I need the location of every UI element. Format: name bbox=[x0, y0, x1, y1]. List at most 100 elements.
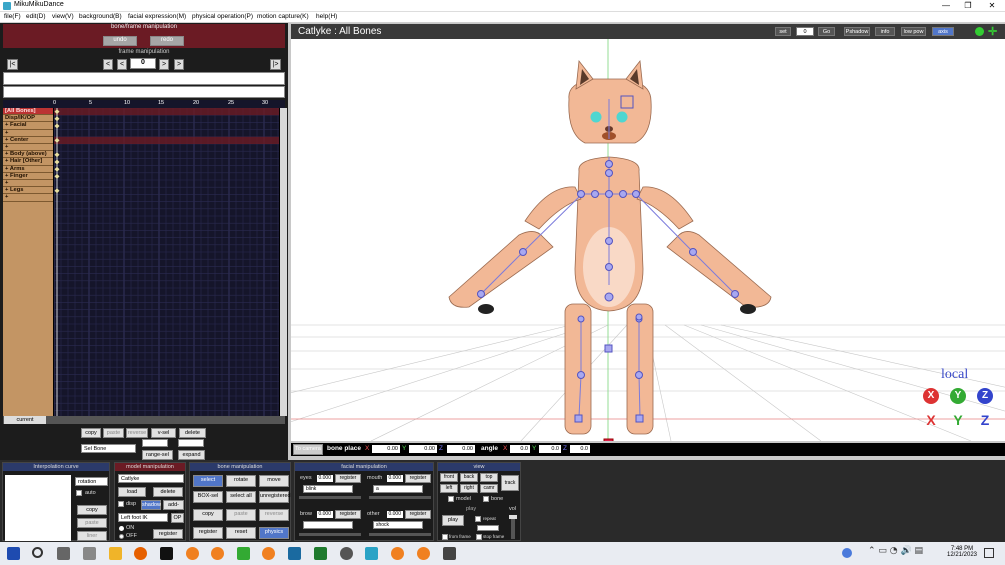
eyes-dropdown[interactable]: blink bbox=[303, 485, 353, 493]
delete-frame-button[interactable]: delete bbox=[179, 428, 206, 438]
other-slider[interactable] bbox=[369, 533, 431, 536]
eyes-value[interactable]: 0.000 bbox=[317, 475, 333, 482]
redo-button[interactable]: redo bbox=[150, 36, 184, 46]
op-button[interactable]: OP bbox=[171, 513, 184, 523]
bone-row-body[interactable]: + Body (above) bbox=[3, 151, 53, 159]
track-button[interactable]: track bbox=[501, 475, 519, 491]
scene[interactable] bbox=[291, 39, 1005, 441]
app-icon-2[interactable] bbox=[288, 547, 301, 560]
bone-row-hair[interactable]: + Hair [Other] bbox=[3, 158, 53, 166]
model-delete-button[interactable]: delete bbox=[153, 487, 183, 497]
keyframe-grid[interactable] bbox=[54, 108, 279, 416]
add-syn-button[interactable]: add-syn bbox=[163, 500, 184, 516]
bone-y-input[interactable]: 0.00 bbox=[409, 445, 437, 453]
expand-button[interactable]: expand bbox=[178, 450, 205, 460]
go-button[interactable]: Go bbox=[818, 27, 835, 36]
bone-row-disp[interactable]: Disp/IK/OP bbox=[3, 115, 53, 123]
tray-icons[interactable]: ⌃ ▭ ◔ 🔊 ▤ bbox=[868, 546, 923, 556]
physics-button[interactable]: physics bbox=[259, 527, 289, 539]
axis-button[interactable]: axis bbox=[932, 27, 954, 36]
mouth-slider[interactable] bbox=[369, 496, 431, 499]
bone-row-legs-sub[interactable]: + bbox=[3, 194, 53, 202]
box-sel-button[interactable]: BOX-sel bbox=[193, 491, 223, 503]
auto-checkbox[interactable] bbox=[76, 490, 82, 496]
select-all-button[interactable]: select all bbox=[226, 491, 256, 503]
rotate-y-icon[interactable]: Y bbox=[950, 388, 966, 404]
other-value[interactable]: 0.000 bbox=[387, 511, 403, 518]
next-key-button[interactable]: > bbox=[174, 59, 184, 70]
last-frame-button[interactable]: |> bbox=[270, 59, 281, 70]
range-from-input[interactable] bbox=[142, 439, 168, 447]
mouth-register-button[interactable]: register bbox=[405, 474, 431, 483]
front-view-button[interactable]: front bbox=[440, 473, 458, 482]
mouth-value[interactable]: 0.000 bbox=[387, 475, 403, 482]
close-button[interactable]: ✕ bbox=[981, 0, 1003, 12]
on-radio[interactable] bbox=[119, 526, 124, 531]
right-view-button[interactable]: right bbox=[460, 484, 478, 493]
to-camera-button[interactable]: To camera bbox=[293, 444, 323, 455]
menu-help[interactable]: help(H) bbox=[316, 13, 337, 20]
task-view-icon[interactable] bbox=[57, 547, 70, 560]
sel-bone-dropdown[interactable]: Sel Bone bbox=[81, 444, 136, 453]
interp-curve-canvas[interactable] bbox=[5, 475, 71, 541]
bone-row-finger-sub[interactable]: + bbox=[3, 180, 53, 188]
interp-copy-button[interactable]: copy bbox=[77, 505, 107, 515]
shadow-button[interactable]: shadow bbox=[141, 500, 161, 510]
rotate-x-icon[interactable]: X bbox=[923, 388, 939, 404]
eyes-slider[interactable] bbox=[299, 496, 361, 499]
select-button[interactable]: select bbox=[193, 475, 223, 487]
bone-z-input[interactable]: 0.00 bbox=[447, 445, 475, 453]
blender-icon-5[interactable] bbox=[417, 547, 430, 560]
next-frame-button[interactable]: > bbox=[159, 59, 169, 70]
firefox-icon[interactable] bbox=[134, 547, 147, 560]
menu-facial[interactable]: facial expression(M) bbox=[128, 13, 186, 20]
copy-frame-button[interactable]: copy bbox=[81, 428, 101, 438]
3d-viewport[interactable]: Catlyke : All Bones set 0 Go Pshadow inf… bbox=[291, 24, 1005, 441]
set-frame-input[interactable]: 0 bbox=[796, 27, 814, 36]
prev-key-button[interactable]: < bbox=[103, 59, 113, 70]
other-dropdown[interactable]: shock bbox=[373, 521, 423, 529]
app-icon-1[interactable] bbox=[83, 547, 96, 560]
app-icon-3[interactable] bbox=[443, 547, 456, 560]
set-button[interactable]: set bbox=[775, 27, 791, 36]
blender-icon-4[interactable] bbox=[391, 547, 404, 560]
angle-z-input[interactable]: 0.0 bbox=[570, 445, 590, 453]
bone-reset-button[interactable]: reset bbox=[226, 527, 256, 539]
move-x-icon[interactable]: X bbox=[923, 412, 939, 428]
move-view-icon[interactable]: ✛ bbox=[988, 25, 997, 38]
off-radio[interactable] bbox=[119, 534, 124, 539]
menu-edit[interactable]: edit(D) bbox=[26, 13, 46, 20]
bone-row-center[interactable]: + Center bbox=[3, 137, 53, 144]
volume-slider[interactable] bbox=[509, 515, 517, 539]
excel-icon[interactable] bbox=[314, 547, 327, 560]
bone-x-input[interactable]: 0.00 bbox=[372, 445, 400, 453]
interp-liner-button[interactable]: liner bbox=[77, 531, 107, 541]
range-to-input[interactable] bbox=[178, 439, 204, 447]
low-pow-button[interactable]: low pow bbox=[901, 27, 926, 36]
bone-row-center-sub[interactable]: + bbox=[3, 144, 53, 152]
reverse-frame-button[interactable]: reverse bbox=[126, 428, 148, 438]
angle-y-input[interactable]: 0.0 bbox=[539, 445, 561, 453]
model-load-button[interactable]: load bbox=[118, 487, 146, 497]
repeat-checkbox[interactable] bbox=[475, 516, 481, 522]
angle-x-input[interactable]: 0.0 bbox=[510, 445, 530, 453]
camr-view-button[interactable]: camr bbox=[480, 484, 498, 493]
start-icon[interactable] bbox=[7, 547, 20, 560]
bone-reverse-button[interactable]: reverse bbox=[259, 509, 289, 521]
bone-row-facial[interactable]: + Facial bbox=[3, 122, 53, 130]
play-button[interactable]: play bbox=[442, 515, 464, 526]
eyes-register-button[interactable]: register bbox=[335, 474, 361, 483]
menu-file[interactable]: file(F) bbox=[4, 13, 21, 20]
other-register-button[interactable]: register bbox=[405, 510, 431, 519]
minimize-button[interactable]: — bbox=[935, 0, 957, 12]
maximize-button[interactable]: ❐ bbox=[957, 0, 979, 12]
weather-icon[interactable] bbox=[842, 548, 852, 558]
stop-frame-checkbox[interactable] bbox=[476, 534, 482, 540]
clock[interactable]: 7:48 PM 12/21/2023 bbox=[946, 546, 978, 558]
model-register-button[interactable]: register bbox=[153, 529, 183, 539]
model-dropdown[interactable]: Catlyke bbox=[118, 474, 184, 483]
settings-icon[interactable] bbox=[340, 547, 353, 560]
left-view-button[interactable]: left bbox=[440, 484, 458, 493]
bone-row-finger[interactable]: + Finger bbox=[3, 173, 53, 180]
bone-row-all[interactable]: [All Bones] bbox=[3, 108, 53, 116]
